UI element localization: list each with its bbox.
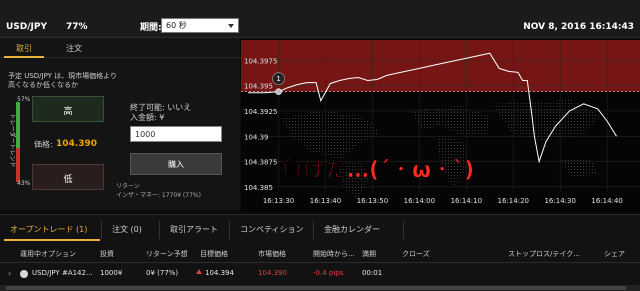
high-button[interactable]: 高: [32, 96, 104, 122]
cell-expiry: 00:01: [362, 269, 383, 277]
entry-flag: 1: [272, 72, 285, 85]
table-row[interactable]: › USD/JPY #A142... 1000¥ 0¥ (77%) 104.39…: [0, 265, 640, 283]
x-tick-label: 16:14:20: [498, 197, 529, 205]
entry-point[interactable]: [275, 88, 282, 95]
x-tick-label: 16:14:40: [591, 197, 622, 205]
x-tick-label: 16:13:50: [357, 197, 388, 205]
col-investment: 投資: [100, 250, 114, 258]
cell-since-start: -0.4 pips: [313, 269, 344, 277]
cell-market-price: 104.390: [258, 269, 287, 277]
x-tick-label: 16:14:00: [404, 197, 435, 205]
cell-option: USD/JPY #A142...: [32, 269, 93, 277]
chevron-down-icon: [228, 24, 234, 28]
y-tick-label: 104.3925: [244, 108, 277, 116]
x-tick-label: 16:13:40: [310, 197, 341, 205]
cell-target-price: 104.394: [196, 269, 234, 277]
price-label: 価格:: [34, 140, 53, 149]
in-the-money-label: インザ・マネー: 1770¥ (77%): [116, 192, 201, 199]
y-tick-label: 104.395: [244, 83, 273, 91]
return-label: リターン: [116, 183, 140, 190]
trade-tabs: 取引 注文: [0, 38, 240, 58]
price-chart[interactable]: 1 104.3975 104.395 104.3925 104.39 104.3875 1…: [241, 40, 640, 212]
tab-competition[interactable]: コンペティション: [232, 221, 314, 239]
x-tick-label: 16:14:30: [544, 197, 575, 205]
period-value: 60 秒: [166, 21, 187, 30]
col-target-price: 目標価格: [200, 250, 228, 258]
trader-trend-label: トレーダートレンド: [8, 113, 16, 168]
tab-trade[interactable]: 取引: [4, 38, 44, 58]
col-market-price: 市場価格: [258, 250, 286, 258]
high-percent: 57%: [17, 96, 31, 103]
cell-expected-return: 0¥ (77%): [146, 269, 179, 277]
y-tick-label: 104.385: [244, 184, 273, 192]
currency-pair: USD/JPY: [6, 22, 48, 32]
cell-target-price-value: 104.394: [205, 269, 234, 277]
y-tick-label: 104.39: [244, 133, 269, 141]
scrollbar-thumb[interactable]: [6, 286, 626, 290]
loss-annotation: 負けた…(´・ω・`): [281, 157, 474, 183]
col-option: 運用中オプション: [20, 250, 76, 258]
tab-orders[interactable]: 注文 (0): [104, 221, 160, 239]
price-value: 104.390: [56, 139, 97, 149]
tab-open-trades[interactable]: オープントレード (1): [6, 221, 102, 239]
cell-investment: 1000¥: [100, 269, 123, 277]
active-tab-indicator: [4, 239, 100, 241]
y-tick-label: 104.3875: [244, 159, 277, 167]
col-expected-return: リターン予想: [146, 250, 188, 258]
period-select[interactable]: 60 秒: [161, 18, 239, 33]
up-arrow-icon: [196, 269, 202, 274]
tab-order[interactable]: 注文: [54, 38, 94, 58]
col-share: シェア: [604, 250, 625, 258]
top-bar: USD/JPY 77% 期間: 60 秒 NOV 8, 2016 16:14:4…: [0, 0, 640, 38]
low-percent: 43%: [17, 180, 31, 187]
amount-input[interactable]: [130, 126, 222, 142]
purchase-button[interactable]: 購入: [130, 153, 222, 175]
expand-chevron-icon[interactable]: ›: [8, 269, 11, 278]
horizontal-scrollbar[interactable]: [0, 285, 640, 291]
payout-percent: 77%: [66, 22, 88, 32]
col-stoploss: ストップロス/テイク...: [508, 250, 580, 258]
col-close: クローズ: [402, 250, 430, 258]
low-button[interactable]: 低: [32, 164, 104, 190]
period-label: 期間:: [140, 23, 162, 33]
datetime: NOV 8, 2016 16:14:43: [523, 22, 634, 32]
tab-trade-alerts[interactable]: 取引アラート: [162, 221, 230, 239]
trades-tabs: オープントレード (1) 注文 (0) 取引アラート コンペティション 金融カレ…: [0, 221, 640, 239]
trades-panel: オープントレード (1) 注文 (0) 取引アラート コンペティション 金融カレ…: [0, 214, 640, 291]
option-status-icon: [20, 270, 28, 278]
trades-table-header: 運用中オプション 投資 リターン予想 目標価格 市場価格 開始時から... 満期…: [0, 245, 640, 263]
col-since-start: 開始時から...: [313, 250, 355, 258]
expectation-text: 予定 USD/JPY は、現市場価格より高くなるか低くなるか: [8, 72, 118, 89]
x-tick-label: 16:14:10: [451, 197, 482, 205]
tab-financial-calendar[interactable]: 金融カレンダー: [316, 221, 404, 239]
y-tick-label: 104.3975: [244, 57, 277, 65]
entry-flag-label: 1: [276, 75, 280, 83]
x-tick-label: 16:13:30: [263, 197, 294, 205]
chart-svg: 1 104.3975 104.395 104.3925 104.39 104.3875 1…: [241, 40, 640, 212]
col-expiry: 満期: [362, 250, 376, 258]
deposit-label: 入金額: ¥: [130, 113, 165, 122]
